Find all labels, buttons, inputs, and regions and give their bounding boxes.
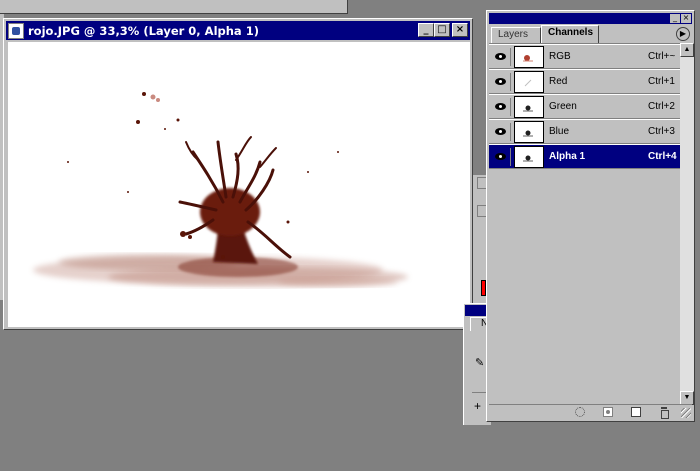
minimize-button[interactable]: _	[418, 23, 434, 37]
palette-titlebar[interactable]: _ ×	[489, 13, 692, 24]
save-selection-icon[interactable]	[603, 407, 613, 417]
palette-close-button[interactable]: ×	[681, 14, 691, 23]
document-title: rojo.JPG @ 33,3% (Layer 0, Alpha 1)	[28, 23, 259, 38]
palette-tabs: Layers Channels ▶	[489, 25, 692, 43]
background-window	[0, 0, 348, 14]
channel-row-rgb[interactable]: RGB Ctrl+~	[489, 44, 680, 69]
channel-row-green[interactable]: Green Ctrl+2	[489, 94, 680, 119]
image-canvas[interactable]	[8, 42, 470, 327]
eyedropper-icon[interactable]: ✎	[475, 356, 484, 369]
new-channel-icon[interactable]	[631, 407, 641, 417]
channel-row-blue[interactable]: Blue Ctrl+3	[489, 119, 680, 144]
photoshop-icon[interactable]	[8, 22, 24, 39]
channel-row-red[interactable]: Red Ctrl+1	[489, 69, 680, 94]
trash-icon[interactable]	[659, 407, 669, 419]
close-button[interactable]: ×	[452, 23, 468, 37]
channel-shortcut: Ctrl+2	[648, 101, 675, 112]
channel-shortcut: Ctrl+~	[648, 51, 676, 62]
eye-icon[interactable]	[491, 98, 511, 116]
channel-thumbnail	[514, 146, 544, 168]
channel-list: RGB Ctrl+~ Red Ctrl+1 Green Ctrl+2 Blue	[489, 43, 680, 405]
scroll-down-button[interactable]: ▼	[680, 391, 694, 405]
scroll-up-button[interactable]: ▲	[680, 43, 694, 57]
tab-channels[interactable]: Channels	[541, 25, 599, 43]
tab-layers[interactable]: Layers	[491, 27, 541, 43]
ink-splatter-image	[33, 92, 408, 287]
eye-icon[interactable]	[491, 148, 511, 166]
palette-footer	[489, 404, 692, 419]
channel-shortcut: Ctrl+1	[648, 76, 675, 87]
channel-row-alpha-1[interactable]: Alpha 1 Ctrl+4	[489, 144, 680, 169]
channels-palette: _ × Layers Channels ▶ RGB Ctrl+~ Red Ctr…	[486, 10, 695, 422]
channel-thumbnail	[514, 121, 544, 143]
channel-thumbnail	[514, 46, 544, 68]
palette-menu-icon[interactable]: ▶	[676, 27, 690, 41]
channel-shortcut: Ctrl+3	[648, 126, 675, 137]
channel-name: Red	[549, 76, 568, 87]
channel-thumbnail	[514, 96, 544, 118]
eye-icon[interactable]	[491, 123, 511, 141]
resize-grip[interactable]	[681, 408, 691, 418]
channel-name: Blue	[549, 126, 570, 137]
maximize-button[interactable]: □	[434, 23, 450, 37]
eye-icon[interactable]	[491, 73, 511, 91]
crosshair-icon[interactable]: +	[474, 399, 481, 413]
channel-list-scrollbar[interactable]: ▲ ▼	[680, 43, 694, 405]
palette-minimize-button[interactable]: _	[670, 14, 680, 23]
channel-thumbnail	[514, 71, 544, 93]
load-selection-icon[interactable]	[575, 407, 585, 417]
eye-icon[interactable]	[491, 48, 511, 66]
channel-shortcut: Ctrl+4	[648, 151, 677, 162]
document-window: rojo.JPG @ 33,3% (Layer 0, Alpha 1) _ □ …	[3, 18, 473, 330]
document-titlebar[interactable]: rojo.JPG @ 33,3% (Layer 0, Alpha 1) _ □ …	[6, 21, 470, 40]
channel-name: RGB	[549, 51, 571, 62]
channel-name: Alpha 1	[549, 151, 586, 162]
channel-name: Green	[549, 101, 577, 112]
